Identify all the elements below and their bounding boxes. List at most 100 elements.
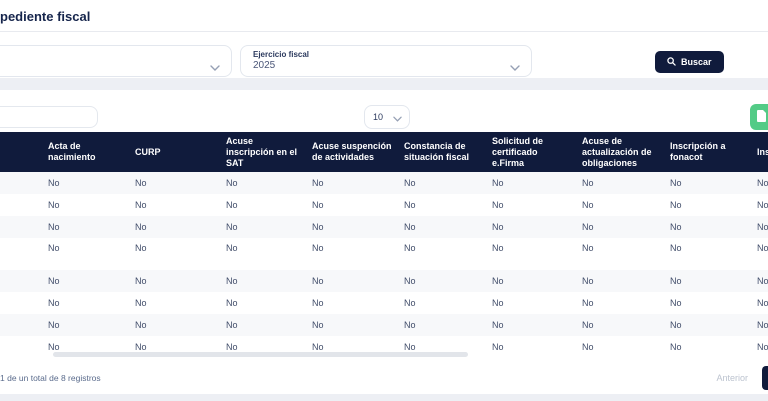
previous-page-button[interactable]: Anterior: [716, 373, 748, 383]
table-cell: No: [135, 320, 147, 330]
table-cell: No: [48, 200, 60, 210]
table-cell: No: [670, 342, 682, 352]
column-header: Acta de nacimiento: [48, 141, 96, 162]
table-cell: No: [582, 178, 594, 188]
column-header: Inscripción a fonacot: [670, 141, 726, 162]
table-cell: No: [226, 320, 238, 330]
table-cell: [0, 238, 48, 270]
chevron-down-icon: [393, 114, 402, 124]
column-header: Acuse suspención de actividades: [312, 141, 392, 162]
table-cell: No: [312, 243, 324, 253]
table-cell: [0, 216, 48, 238]
table-cell: No: [226, 276, 238, 286]
page: { "page": { "title": "pediente fiscal" }…: [0, 0, 768, 401]
table-cell: No: [226, 222, 238, 232]
table-cell: No: [226, 178, 238, 188]
table-cell: No: [135, 222, 147, 232]
table-cell: No: [135, 276, 147, 286]
page-size-value: 10: [373, 112, 384, 122]
table-cell: No: [404, 222, 416, 232]
table-card: 10 Acta de nacimiento CURP Acuse inscripci…: [0, 90, 768, 394]
table-row: No No No No No No No No No: [0, 292, 768, 314]
table-cell: No: [48, 320, 60, 330]
table-cell: No: [582, 276, 594, 286]
fiscal-year-select[interactable]: Ejercicio fiscal 2025: [240, 45, 532, 77]
table-cell: No: [404, 298, 416, 308]
column-header: Constancia de situación fiscal: [404, 141, 470, 162]
table-row: No No No No No No No No No: [0, 194, 768, 216]
table-cell: No: [757, 342, 768, 352]
column-header: Acuse de actualización de obligaciones: [582, 135, 652, 168]
fiscal-year-label: Ejercicio fiscal: [253, 50, 310, 59]
current-page-button[interactable]: [762, 366, 768, 390]
table-cell: [0, 270, 48, 292]
table-cell: [0, 194, 48, 216]
table-cell: No: [312, 200, 324, 210]
table-cell: No: [492, 276, 504, 286]
table-cell: No: [757, 298, 768, 308]
table-cell: No: [670, 222, 682, 232]
horizontal-scrollbar[interactable]: [53, 352, 468, 357]
search-button[interactable]: Buscar: [655, 51, 724, 73]
search-icon: [667, 56, 676, 68]
table-cell: No: [670, 200, 682, 210]
excel-file-icon: [757, 109, 767, 125]
table-cell: No: [582, 342, 594, 352]
fiscal-year-value: 2025: [253, 60, 276, 71]
export-excel-button[interactable]: [750, 104, 768, 130]
table-cell: No: [404, 200, 416, 210]
table-cell: No: [492, 222, 504, 232]
table-cell: No: [226, 243, 238, 253]
table-cell: No: [48, 276, 60, 286]
table-header-row: Acta de nacimiento CURP Acuse inscripción …: [0, 132, 768, 172]
table-cell: No: [404, 243, 416, 253]
table-row: No No No No No No No No No: [0, 314, 768, 336]
table-cell: No: [135, 243, 147, 253]
table-cell: No: [582, 298, 594, 308]
table-cell: No: [492, 178, 504, 188]
documents-table: Acta de nacimiento CURP Acuse inscripción …: [0, 132, 768, 358]
table-cell: No: [492, 342, 504, 352]
table-cell: [0, 314, 48, 336]
table-cell: No: [48, 298, 60, 308]
filter-card: pediente fiscal Ejercicio fiscal 2025 Bu…: [0, 0, 768, 78]
table-cell: No: [226, 200, 238, 210]
table-cell: No: [312, 298, 324, 308]
table-cell: No: [757, 200, 768, 210]
table-row: No No No No No No No No No: [0, 172, 768, 194]
table-cell: No: [48, 178, 60, 188]
table-toolbar: 10: [0, 90, 768, 132]
table-cell: No: [135, 298, 147, 308]
column-header: Ins: [757, 146, 768, 157]
company-select[interactable]: [0, 45, 232, 77]
table-row: No No No No No No No No No: [0, 238, 768, 270]
table-search-input[interactable]: [0, 106, 98, 128]
table-cell: No: [404, 178, 416, 188]
search-button-label: Buscar: [681, 57, 712, 67]
table-cell: No: [492, 243, 504, 253]
table-cell: No: [404, 320, 416, 330]
table-cell: No: [757, 276, 768, 286]
table-cell: No: [135, 178, 147, 188]
table-cell: No: [757, 178, 768, 188]
chevron-down-icon: [510, 58, 520, 76]
table-cell: No: [670, 320, 682, 330]
table-row: No No No No No No No No No: [0, 216, 768, 238]
table-cell: No: [404, 276, 416, 286]
column-header: CURP: [135, 146, 161, 157]
table-cell: No: [582, 243, 594, 253]
table-cell: No: [670, 276, 682, 286]
chevron-down-icon: [210, 58, 220, 76]
table-cell: No: [757, 222, 768, 232]
table-cell: No: [757, 243, 768, 253]
table-cell: [0, 172, 48, 194]
page-size-select[interactable]: 10: [364, 105, 410, 129]
table-cell: [0, 336, 48, 358]
table-cell: No: [757, 320, 768, 330]
table-cell: No: [312, 178, 324, 188]
table-cell: No: [492, 200, 504, 210]
table-cell: No: [582, 200, 594, 210]
table-row: No No No No No No No No No: [0, 270, 768, 292]
table-cell: No: [312, 222, 324, 232]
page-title: pediente fiscal: [0, 0, 768, 32]
